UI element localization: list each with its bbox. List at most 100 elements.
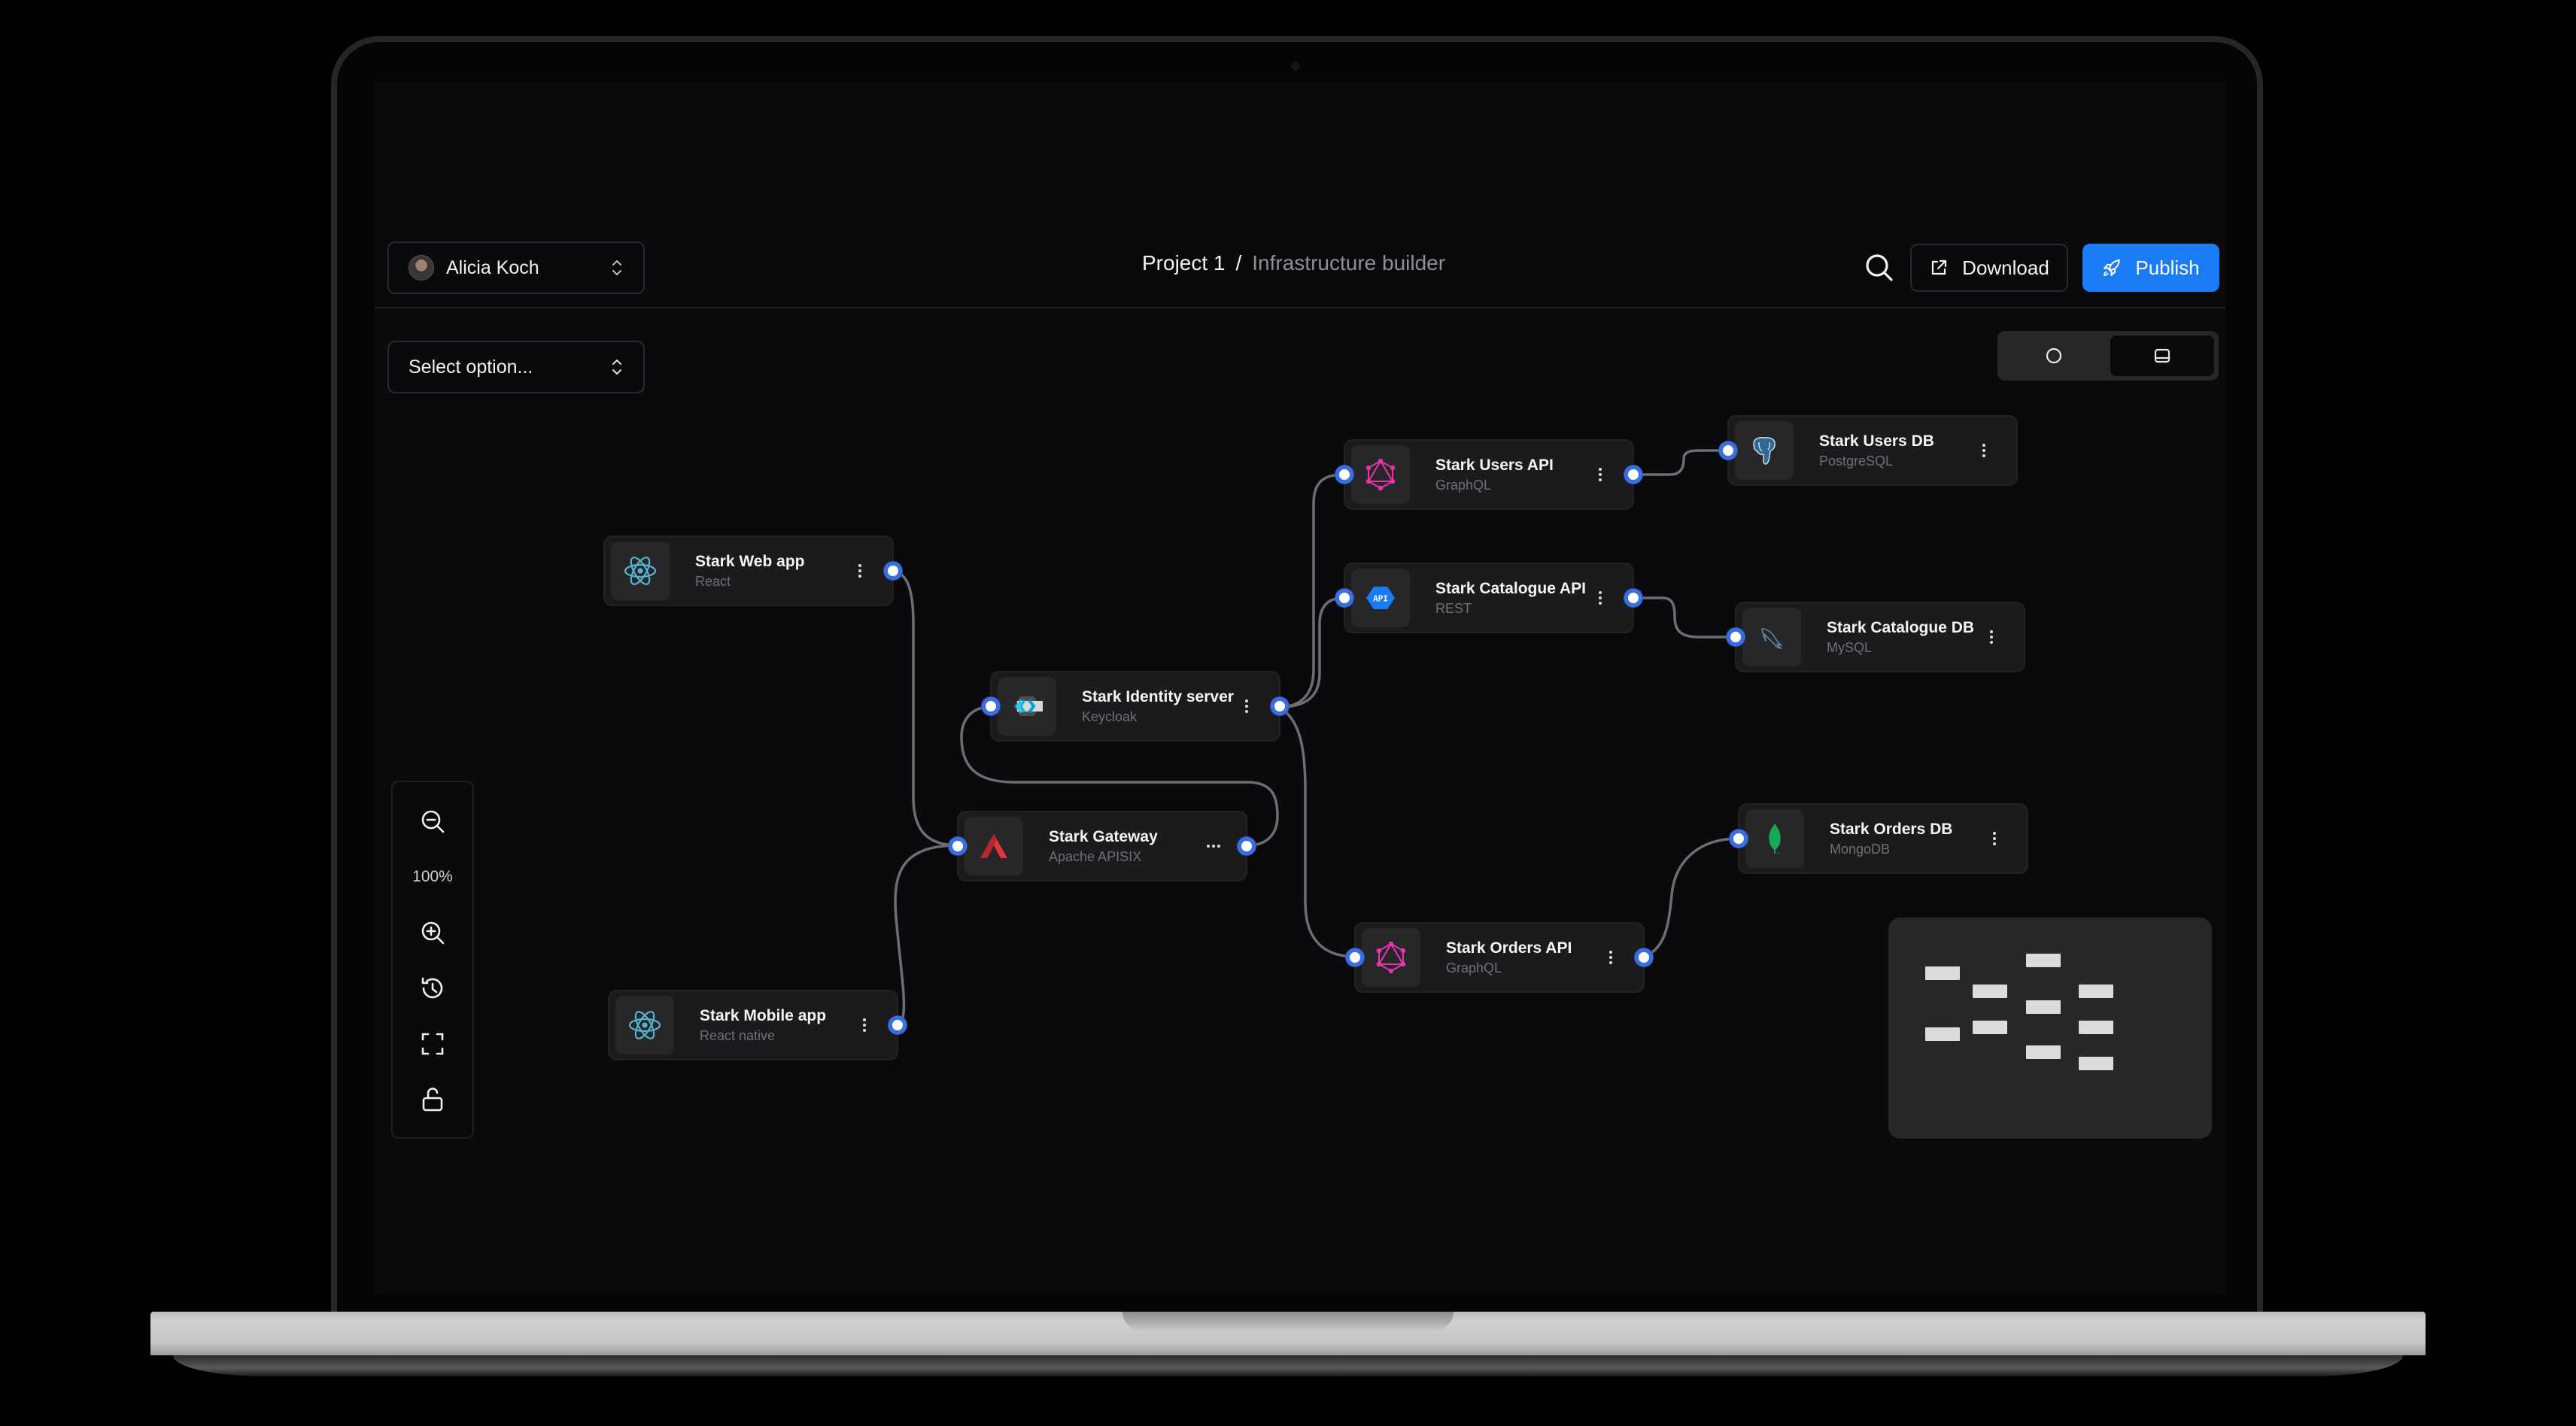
- node-subtitle: React native: [700, 1027, 776, 1043]
- edge-catalogue-api-to-catalogue-db[interactable]: [1633, 596, 1736, 639]
- node-title: Stark Catalogue API: [1435, 579, 1586, 597]
- edge-identity-to-catalogue-api[interactable]: [1278, 596, 1344, 708]
- node-title: Stark Users API: [1435, 456, 1554, 474]
- node-catalogue-api[interactable]: API Stark Catalogue API REST: [1335, 563, 1642, 633]
- node-menu-button[interactable]: [855, 1018, 874, 1033]
- node-catalogue-db[interactable]: Stark Catalogue DB MySQL: [1727, 602, 2025, 672]
- output-handle[interactable]: [889, 1016, 907, 1034]
- output-handle[interactable]: [1624, 466, 1642, 484]
- edge-web-to-gateway[interactable]: [892, 570, 959, 847]
- input-handle[interactable]: [1719, 441, 1737, 460]
- download-button[interactable]: Download: [1910, 244, 2068, 292]
- history-icon: [421, 977, 443, 999]
- node-subtitle: GraphQL: [1446, 960, 1502, 975]
- minimap-node: [2079, 985, 2113, 998]
- node-icon-box: [1742, 608, 1801, 666]
- output-handle[interactable]: [884, 562, 902, 580]
- edge-users-api-to-users-db[interactable]: [1633, 449, 1729, 476]
- apisix-icon: [980, 834, 1007, 858]
- zoom-out-button[interactable]: [410, 799, 455, 844]
- node-subtitle: REST: [1435, 600, 1472, 616]
- search-button[interactable]: [1863, 251, 1896, 284]
- edge-identity-to-users-api[interactable]: [1278, 473, 1344, 708]
- node-mobile-app[interactable]: Stark Mobile app React native: [608, 990, 907, 1060]
- react-icon: [624, 557, 657, 585]
- node-users-api[interactable]: Stark Users API GraphQL: [1335, 439, 1642, 510]
- account-switcher[interactable]: Alicia Koch: [387, 241, 645, 294]
- input-handle[interactable]: [1730, 830, 1748, 848]
- zoom-in-icon: [421, 921, 445, 945]
- more-vertical-icon: [1982, 444, 1985, 457]
- output-handle[interactable]: [1271, 697, 1289, 715]
- node-users-db[interactable]: Stark Users DB PostgreSQL: [1719, 415, 2018, 486]
- input-handle[interactable]: [1346, 948, 1364, 966]
- node-orders-db[interactable]: Stark Orders DB MongoDB: [1730, 803, 2028, 874]
- more-horizontal-icon: [1207, 845, 1220, 848]
- node-menu-button[interactable]: [1601, 950, 1621, 965]
- node-icon-box: [1362, 928, 1420, 987]
- output-handle[interactable]: [1238, 837, 1256, 855]
- node-icon-box: [1351, 445, 1410, 504]
- panel-icon: [2154, 348, 2170, 363]
- node-title: Stark Identity server: [1082, 687, 1234, 705]
- input-handle[interactable]: [982, 697, 1000, 715]
- edge-identity-to-orders-api[interactable]: [1278, 705, 1356, 958]
- minimap-node: [2079, 1057, 2113, 1070]
- node-subtitle: MySQL: [1827, 639, 1873, 655]
- node-menu-button[interactable]: [1982, 630, 2001, 645]
- node-menu-button[interactable]: [1237, 699, 1256, 714]
- more-vertical-icon: [1245, 699, 1248, 713]
- node-identity-server[interactable]: Stark Identity server Keycloak: [982, 671, 1289, 742]
- toggle-panel-view[interactable]: [2110, 335, 2214, 376]
- minimap-node: [2026, 1045, 2061, 1059]
- unlock-icon: [422, 1088, 443, 1112]
- more-vertical-icon: [858, 564, 861, 578]
- react-icon: [628, 1011, 661, 1039]
- breadcrumb-project[interactable]: Project 1: [1142, 251, 1226, 275]
- more-vertical-icon: [1609, 951, 1612, 964]
- input-handle[interactable]: [1335, 589, 1353, 607]
- zoom-in-button[interactable]: [410, 910, 455, 955]
- postgresql-icon: [1753, 437, 1776, 465]
- toggle-circle-view[interactable]: [2002, 335, 2106, 376]
- avatar: [409, 255, 434, 281]
- output-handle[interactable]: [1624, 589, 1642, 607]
- minimap-node: [2026, 1000, 2061, 1014]
- node-menu-button[interactable]: [1204, 844, 1223, 848]
- input-handle[interactable]: [1727, 628, 1745, 646]
- node-web-app[interactable]: Stark Web app React: [603, 536, 902, 606]
- minimap-node: [2026, 954, 2061, 967]
- node-gateway[interactable]: Stark Gateway Apache APISIX: [949, 811, 1256, 881]
- node-menu-button[interactable]: [1985, 831, 2004, 846]
- node-menu-button[interactable]: [1974, 443, 1994, 458]
- input-handle[interactable]: [949, 837, 967, 855]
- output-handle[interactable]: [1635, 948, 1653, 966]
- breadcrumb-separator: /: [1235, 251, 1242, 275]
- laptop-base-lip: [173, 1355, 2403, 1376]
- node-title: Stark Web app: [695, 552, 805, 570]
- laptop-notch: [1122, 1312, 1454, 1331]
- rocket-icon: [2104, 259, 2121, 276]
- option-select[interactable]: Select option...: [387, 341, 645, 393]
- more-vertical-icon: [1993, 832, 1996, 845]
- node-menu-button[interactable]: [850, 563, 870, 578]
- node-orders-api[interactable]: Stark Orders API GraphQL: [1346, 922, 1653, 993]
- edge-orders-api-to-orders-db[interactable]: [1644, 837, 1739, 958]
- node-menu-button[interactable]: [1590, 590, 1610, 605]
- node-menu-button[interactable]: [1590, 467, 1610, 482]
- publish-button[interactable]: Publish: [2082, 244, 2219, 292]
- history-button[interactable]: [410, 966, 455, 1011]
- node-title: Stark Users DB: [1819, 432, 1934, 450]
- lock-button[interactable]: [410, 1077, 455, 1122]
- minimap[interactable]: [1888, 918, 2212, 1139]
- node-subtitle: React: [695, 573, 731, 589]
- fit-view-button[interactable]: [410, 1021, 455, 1066]
- rest-api-icon: API: [1366, 587, 1395, 609]
- search-icon: [1866, 254, 1893, 281]
- graphql-icon: [1365, 458, 1396, 491]
- node-icon-box: [1745, 809, 1804, 868]
- more-vertical-icon: [863, 1018, 866, 1032]
- input-handle[interactable]: [1335, 466, 1353, 484]
- edge-mobile-to-gateway[interactable]: [894, 844, 959, 1026]
- more-vertical-icon: [1599, 591, 1602, 605]
